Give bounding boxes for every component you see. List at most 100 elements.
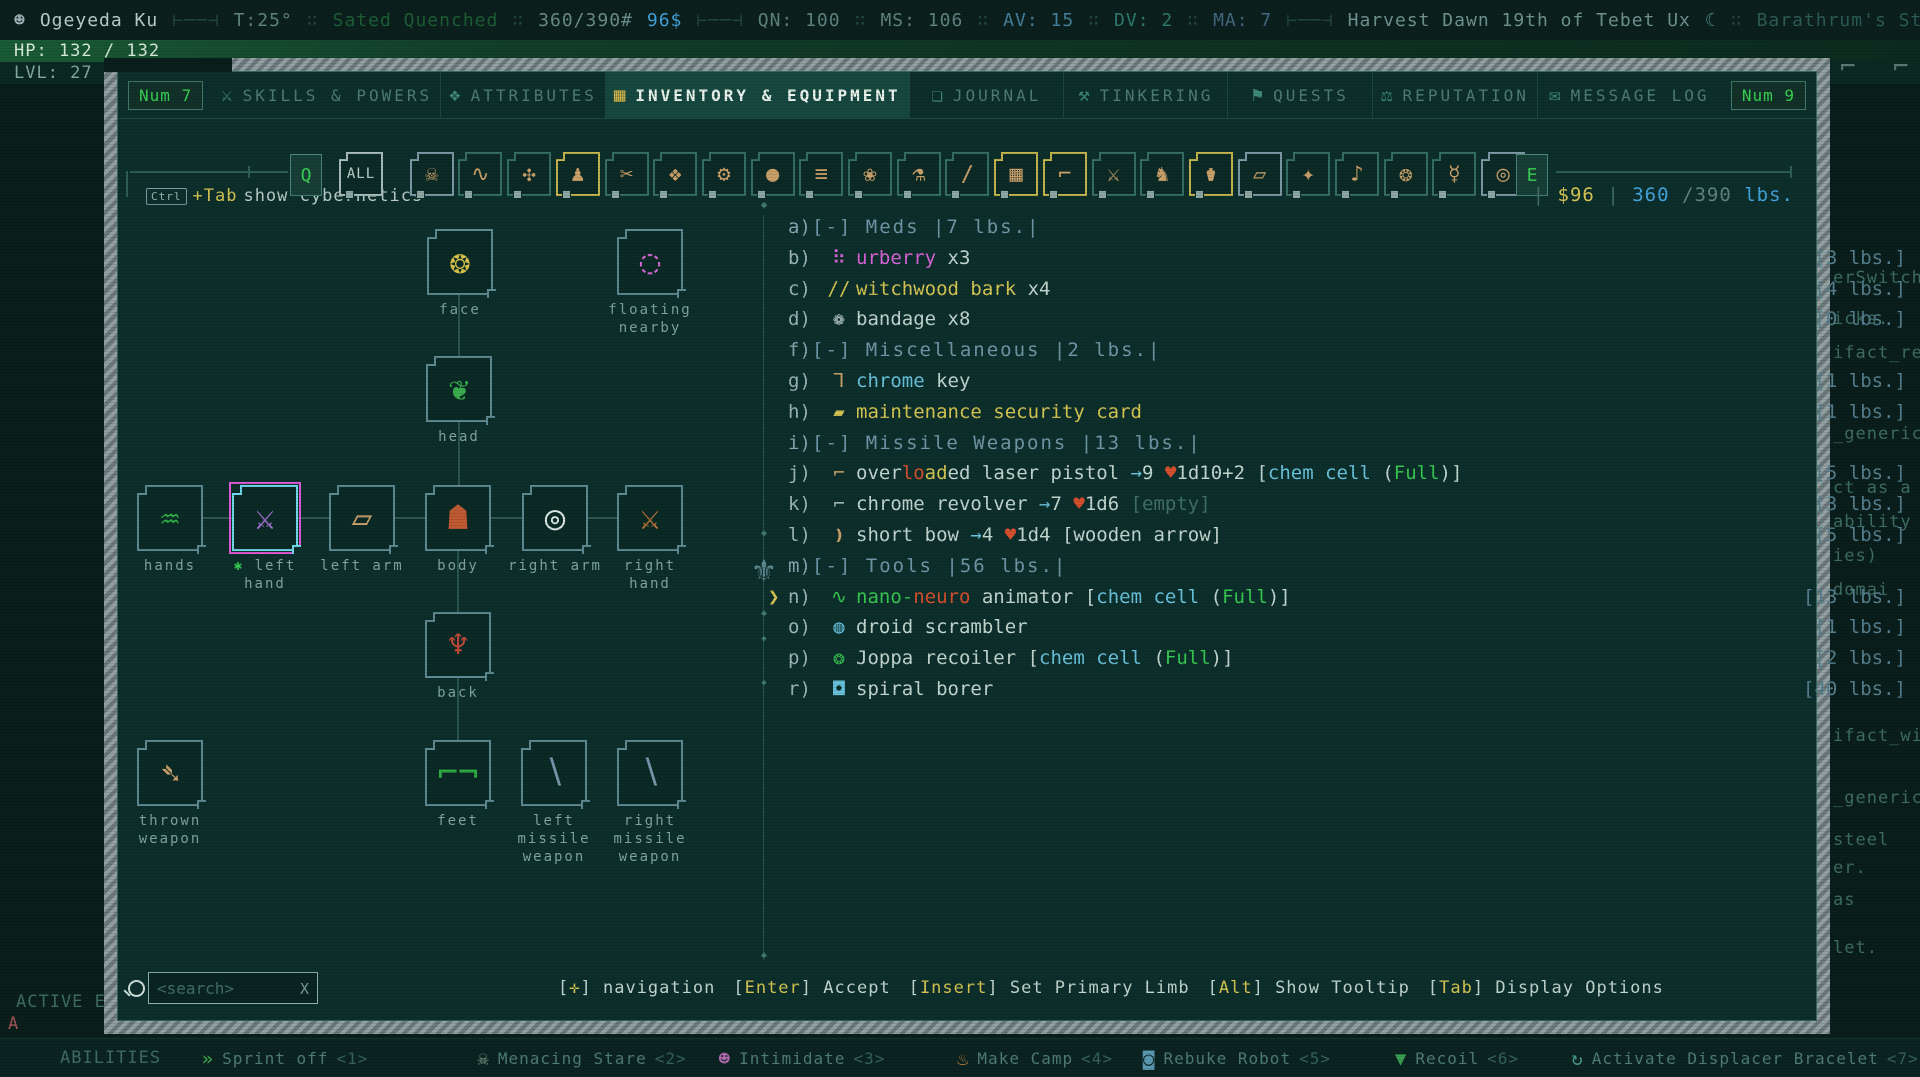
- numpad-left-badge[interactable]: Num 7: [128, 80, 204, 110]
- tab-journal[interactable]: ❏ JOURNAL: [908, 72, 1063, 118]
- tab-attributes[interactable]: ❖ ATTRIBUTES: [440, 72, 605, 118]
- inventory-item-p[interactable]: p) ❂ Joppa recoiler [chem cell (Full)] [2 l…: [788, 643, 1916, 673]
- filter-gadgets[interactable]: ⚙: [701, 152, 746, 199]
- filter-trophies[interactable]: ♞: [1140, 152, 1185, 199]
- equipment-slot-right-arm[interactable]: ◎: [522, 485, 591, 554]
- filter-corpses[interactable]: ☠: [409, 152, 454, 199]
- ability-label: Activate Displacer Bracelet: [1591, 1049, 1879, 1068]
- equipment-slot-face[interactable]: ❂: [427, 229, 496, 298]
- item-text: Full: [1393, 462, 1440, 485]
- filter-tonics[interactable]: ∿: [458, 152, 503, 199]
- separator-dots: ∷: [1730, 9, 1743, 31]
- slot-label-head: head: [438, 428, 480, 446]
- bracket: [: [558, 978, 570, 998]
- tab-inventory-equipment[interactable]: ▦ INVENTORY & EQUIPMENT: [604, 72, 909, 118]
- filter-melee-weapons-icon: ⚔: [1106, 161, 1121, 187]
- item-weight: [4 lbs.]: [1814, 277, 1906, 300]
- filter-urns[interactable]: ⚱: [1188, 152, 1233, 199]
- equipment-slot-hands[interactable]: ♒: [137, 485, 206, 554]
- equipment-slot-left-arm[interactable]: ▱: [329, 485, 398, 554]
- tab-quests[interactable]: ⚑ QUESTS: [1227, 72, 1372, 118]
- ability-sprint-off[interactable]: » Sprint off <1>: [202, 1039, 369, 1077]
- item-text: laser pistol: [970, 462, 1131, 485]
- ability-label: Menacing Stare: [497, 1049, 647, 1068]
- cycle-left-key[interactable]: Q: [290, 154, 322, 196]
- item-text: witchwood bark: [856, 277, 1017, 300]
- filter-melee-weapons[interactable]: ⚔: [1091, 152, 1136, 199]
- tab-message-log[interactable]: ✉ MESSAGE LOG: [1536, 72, 1721, 118]
- equipment-slot-left-hand[interactable]: ⚔: [229, 482, 301, 554]
- ability-rebuke-robot[interactable]: ◙ Rebuke Robot <5>: [1143, 1039, 1331, 1077]
- filter-instruments[interactable]: ♪: [1335, 152, 1379, 199]
- filter-energy-cells[interactable]: ❂: [1383, 152, 1428, 199]
- filter-wands[interactable]: ∕: [945, 152, 990, 199]
- inventory-category-f[interactable]: f)[-] Miscellaneous |2 lbs.|: [788, 335, 1916, 365]
- filter-ammo[interactable]: ●: [750, 152, 795, 199]
- inventory-item-b[interactable]: b) ⠷ urberry x3 [3 lbs.]: [788, 243, 1916, 273]
- inventory-item-l[interactable]: l) ❫ short bow →4 ♥1d4 [wooden arrow] [5 lb…: [788, 520, 1916, 550]
- filter-all[interactable]: ALL: [339, 152, 383, 199]
- inventory-item-k[interactable]: k) ⌐ chrome revolver →7 ♥1d6 [empty] [3 lbs…: [788, 489, 1916, 519]
- tab-skills-powers[interactable]: ⚔ SKILLS & POWERS: [213, 72, 440, 118]
- filter-water-containers[interactable]: ⚗: [896, 152, 941, 199]
- filter-artifacts-icon: ☿: [1447, 161, 1462, 187]
- search-input[interactable]: [148, 972, 318, 1004]
- filter-food[interactable]: ✣: [507, 152, 552, 199]
- slot-label-text: hands: [143, 558, 197, 574]
- slot-connector: [298, 517, 329, 519]
- filter-scrolls[interactable]: ≡: [799, 152, 844, 199]
- inventory-category-i[interactable]: i)[-] Missile Weapons |13 lbs.|: [788, 428, 1916, 458]
- filter-pistols[interactable]: ⌐: [1042, 152, 1087, 199]
- inventory-category-a[interactable]: a)[-] Meds |7 lbs.|: [788, 212, 1916, 242]
- numpad-right-badge[interactable]: Num 9: [1730, 80, 1806, 110]
- filter-artifacts[interactable]: ☿: [1432, 152, 1477, 199]
- tab-tinkering[interactable]: ⚒ TINKERING: [1063, 72, 1227, 118]
- filter-armor[interactable]: ♟: [555, 152, 600, 199]
- equipment-slot-left-missile-weapon[interactable]: ∖: [521, 740, 590, 809]
- tab-icon: ⚖: [1381, 84, 1393, 106]
- search-icon: [128, 980, 145, 997]
- equipment-slot-back[interactable]: ♆: [425, 612, 494, 681]
- inventory-item-n[interactable]: ❯ n) ∿ nano-neuro animator [chem cell (Full…: [768, 582, 1916, 612]
- item-text: chem cell: [1096, 585, 1200, 608]
- inventory-item-g[interactable]: g) ⅂ chrome key [1 lbs.]: [788, 366, 1916, 396]
- search-clear-button[interactable]: X: [300, 980, 309, 998]
- tab-reputation[interactable]: ⚖ REPUTATION: [1372, 72, 1537, 118]
- item-text: maintenance security card: [856, 400, 1142, 423]
- ability-recoil[interactable]: ▼ Recoil <6>: [1395, 1039, 1519, 1077]
- item-weight: [13 lbs.]: [1803, 585, 1906, 608]
- status-text: Sated Quenched: [332, 9, 499, 31]
- filter-plants[interactable]: ❀: [848, 152, 892, 199]
- filter-gems[interactable]: ❖: [653, 152, 698, 199]
- item-hotkey: f): [788, 339, 811, 362]
- equipment-slot-right-hand[interactable]: ⚔: [617, 485, 686, 554]
- inventory-item-c[interactable]: c) ∕∕ witchwood bark x4 [4 lbs.]: [788, 274, 1916, 304]
- inventory-item-j[interactable]: j) ⌐ overloaded laser pistol →9 ♥1d10+2 [c…: [788, 458, 1916, 488]
- filter-tonics-icon: ∿: [471, 161, 490, 187]
- filter-shears[interactable]: ✂: [604, 152, 649, 199]
- equipment-slot-head[interactable]: ❦: [426, 356, 495, 425]
- equipment-slot-feet[interactable]: ⌐¬: [425, 740, 494, 809]
- equipment-slot-body[interactable]: ☗: [425, 485, 494, 554]
- item-text: spiral borer: [856, 678, 994, 700]
- ability-activate-displacer-bracelet[interactable]: ↻ Activate Displacer Bracelet <7>: [1571, 1039, 1918, 1077]
- item-text: chrome: [856, 370, 925, 392]
- ability-intimidate[interactable]: ☻ Intimidate <3>: [719, 1039, 886, 1077]
- filter-light-sources[interactable]: ✦: [1286, 152, 1331, 199]
- filter-cards[interactable]: ▱: [1237, 152, 1282, 199]
- frame-notch: [104, 58, 232, 72]
- equipment-slot-floating-nearby[interactable]: ◌: [617, 229, 686, 298]
- ability-make-camp[interactable]: ♨ Make Camp <4>: [957, 1039, 1113, 1077]
- ctrl-key-icon: Ctrl: [146, 187, 187, 205]
- filter-containers[interactable]: ▦: [994, 152, 1039, 199]
- inventory-category-m[interactable]: m)[-] Tools |56 lbs.|: [788, 551, 1916, 581]
- inventory-item-h[interactable]: h) ▰ maintenance security card [1 lbs.]: [788, 397, 1916, 427]
- ability-menacing-stare[interactable]: ☠ Menacing Stare <2>: [477, 1039, 686, 1077]
- hint-description: Set Primary Limb: [1009, 978, 1190, 998]
- moon-phase-icon: ☾: [1704, 9, 1717, 31]
- equipment-slot-right-missile-weapon[interactable]: ∖: [617, 740, 686, 809]
- equipment-slot-thrown-weapon[interactable]: ➴: [137, 740, 206, 809]
- inventory-item-o[interactable]: o) ◍ droid scrambler [1 lbs.]: [788, 612, 1916, 642]
- inventory-item-r[interactable]: r) ◘ spiral borer [40 lbs.]: [788, 674, 1916, 704]
- inventory-item-d[interactable]: d) ❁ bandage x8 [0 lbs.]: [788, 304, 1916, 334]
